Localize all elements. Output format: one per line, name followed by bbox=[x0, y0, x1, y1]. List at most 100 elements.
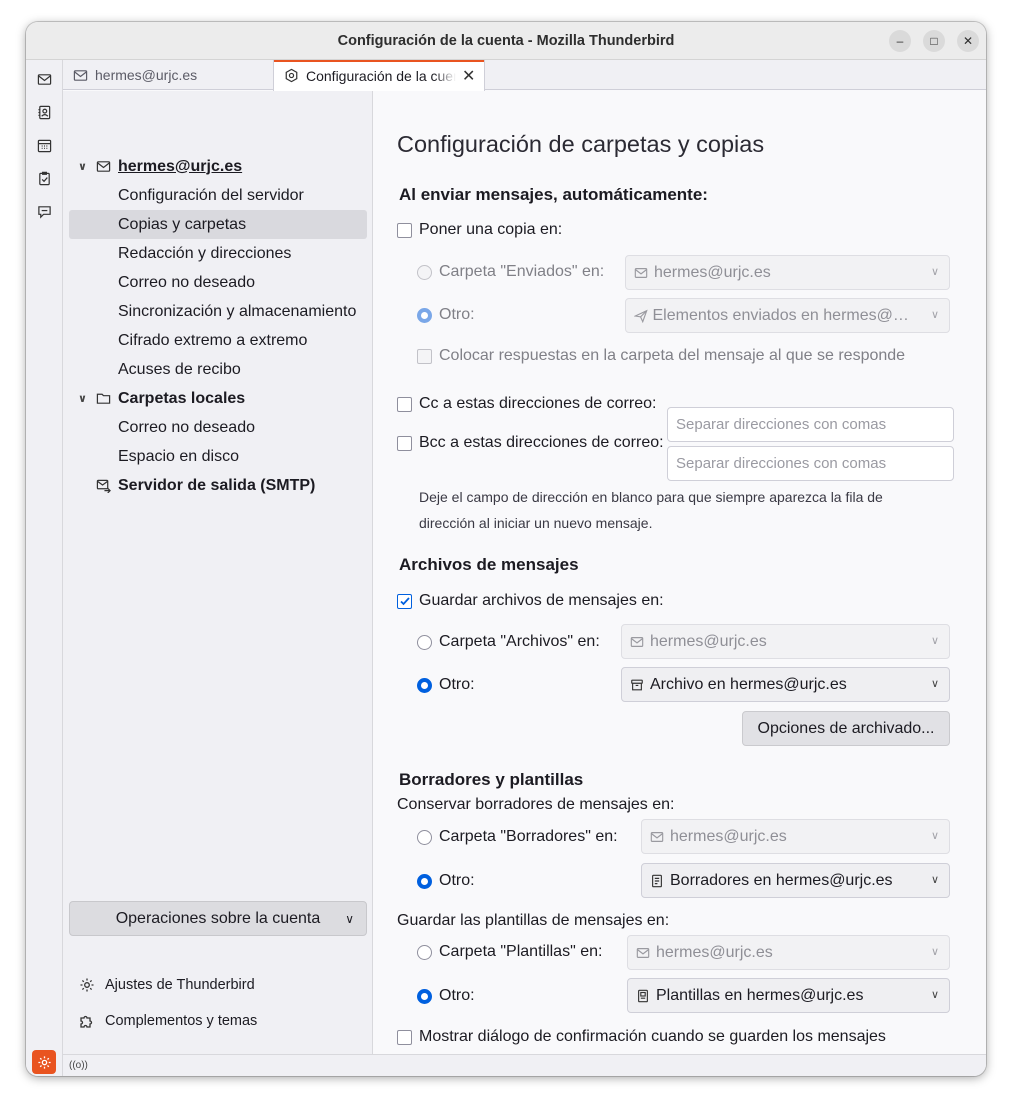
archives-other-select[interactable]: Archivo en hermes@urjc.es ∨ bbox=[621, 667, 950, 702]
template-icon bbox=[636, 988, 652, 1004]
thunderbird-settings-link[interactable]: Ajustes de Thunderbird bbox=[79, 975, 255, 995]
sent-other-select[interactable]: Elementos enviados en hermes@urjc.es ∨ bbox=[625, 298, 950, 333]
tree-local-label: Carpetas locales bbox=[118, 389, 246, 407]
templates-folder-label: Carpeta "Plantillas" en: bbox=[439, 943, 603, 960]
cc-address-input[interactable] bbox=[667, 407, 954, 442]
mail-account-icon bbox=[650, 829, 666, 845]
chevron-down-icon[interactable]: ∨ bbox=[78, 160, 92, 173]
outgoing-server-icon bbox=[96, 478, 118, 493]
drafts-folder-select[interactable]: hermes@urjc.es ∨ bbox=[641, 819, 950, 854]
archives-folder-radio-row[interactable]: Carpeta "Archivos" en: bbox=[417, 631, 600, 653]
bcc-address-input[interactable] bbox=[667, 446, 954, 481]
tree-item-disk-space[interactable]: Espacio en disco bbox=[69, 442, 367, 471]
account-operations-button[interactable]: Operaciones sobre la cuenta ∨ bbox=[69, 901, 367, 936]
keep-archives-label: Guardar archivos de mensajes en: bbox=[419, 592, 664, 609]
chat-icon[interactable] bbox=[34, 201, 54, 221]
reply-in-folder-label: Colocar respuestas en la carpeta del men… bbox=[439, 347, 906, 364]
place-copy-checkbox[interactable] bbox=[397, 222, 412, 238]
templates-folder-radio[interactable] bbox=[417, 944, 432, 960]
sent-folder-select[interactable]: hermes@urjc.es ∨ bbox=[625, 255, 950, 290]
addons-themes-label: Complementos y temas bbox=[105, 1013, 258, 1029]
templates-folder-radio-row[interactable]: Carpeta "Plantillas" en: bbox=[417, 941, 602, 963]
templates-other-select[interactable]: Plantillas en hermes@urjc.es ∨ bbox=[627, 978, 950, 1013]
calendar-icon[interactable] bbox=[34, 135, 54, 155]
tree-item-local-junk[interactable]: Correo no deseado bbox=[69, 413, 367, 442]
settings-gear-icon[interactable] bbox=[32, 1050, 56, 1074]
archives-folder-label: Carpeta "Archivos" en: bbox=[439, 633, 600, 650]
sent-folder-radio-row[interactable]: Carpeta "Enviados" en: bbox=[417, 261, 604, 283]
checkmark-icon bbox=[399, 597, 410, 606]
tab-account-settings[interactable]: Configuración de la cuenta ✕ bbox=[273, 60, 485, 91]
section-heading-sending: Al enviar mensajes, automáticamente: bbox=[399, 185, 708, 204]
sent-folder-label: Carpeta "Enviados" en: bbox=[439, 263, 605, 280]
tab-mail[interactable]: hermes@urjc.es bbox=[63, 60, 273, 90]
archives-other-radio[interactable] bbox=[417, 677, 432, 693]
tree-account[interactable]: ∨ hermes@urjc.es bbox=[69, 152, 367, 181]
drafts-other-radio-row[interactable]: Otro: bbox=[417, 870, 475, 892]
tree-smtp[interactable]: Servidor de salida (SMTP) bbox=[69, 471, 367, 500]
addons-themes-link[interactable]: Complementos y temas bbox=[79, 1011, 257, 1031]
status-bar: ((o)) bbox=[63, 1054, 986, 1076]
drafts-folder-radio-row[interactable]: Carpeta "Borradores" en: bbox=[417, 826, 618, 848]
reply-in-folder-checkbox[interactable] bbox=[417, 348, 432, 364]
templates-folder-select[interactable]: hermes@urjc.es ∨ bbox=[627, 935, 950, 970]
bcc-checkbox[interactable] bbox=[397, 435, 412, 451]
archives-folder-radio[interactable] bbox=[417, 634, 432, 650]
minimize-button[interactable]: – bbox=[889, 30, 911, 52]
tree-item-junk[interactable]: Correo no deseado bbox=[69, 268, 367, 297]
keep-archives-checkbox[interactable] bbox=[397, 593, 412, 609]
tree-item-receipts[interactable]: Acuses de recibo bbox=[69, 355, 367, 384]
archives-other-radio-row[interactable]: Otro: bbox=[417, 674, 475, 696]
window-title: Configuración de la cuenta - Mozilla Thu… bbox=[337, 32, 675, 49]
empty-address-note: Deje el campo de dirección en blanco par… bbox=[419, 484, 883, 536]
bcc-checkbox-row[interactable]: Bcc a estas direcciones de correo: bbox=[397, 432, 664, 454]
archive-box-icon bbox=[630, 677, 646, 693]
tree-item-copies-folders[interactable]: Copias y carpetas bbox=[69, 210, 367, 239]
section-heading-drafts: Borradores y plantillas bbox=[399, 770, 584, 789]
templates-other-label: Otro: bbox=[439, 987, 475, 1004]
drafts-folder-radio[interactable] bbox=[417, 829, 432, 845]
draft-icon bbox=[650, 873, 666, 889]
keep-templates-label: Guardar las plantillas de mensajes en: bbox=[397, 912, 670, 929]
cc-checkbox[interactable] bbox=[397, 396, 412, 412]
sent-folder-radio[interactable] bbox=[417, 264, 432, 280]
drafts-other-radio[interactable] bbox=[417, 873, 432, 889]
spaces-toolbar: ⇤ bbox=[26, 60, 63, 1076]
mail-account-icon bbox=[73, 69, 88, 81]
empty-address-note-line1: Deje el campo de dirección en blanco par… bbox=[419, 489, 883, 505]
chevron-down-icon[interactable]: ∨ bbox=[78, 392, 92, 405]
close-tab-icon[interactable]: ✕ bbox=[462, 66, 475, 86]
reply-in-folder-row[interactable]: Colocar respuestas en la carpeta del men… bbox=[417, 345, 905, 367]
keep-archives-row[interactable]: Guardar archivos de mensajes en: bbox=[397, 590, 664, 612]
tree-smtp-label: Servidor de salida (SMTP) bbox=[118, 476, 316, 494]
tree-local-folders[interactable]: ∨ Carpetas locales bbox=[69, 384, 367, 413]
tree-item-composition[interactable]: Redacción y direcciones bbox=[69, 239, 367, 268]
confirm-dialog-checkbox[interactable] bbox=[397, 1029, 412, 1045]
address-book-icon[interactable] bbox=[34, 102, 54, 122]
cc-checkbox-row[interactable]: Cc a estas direcciones de correo: bbox=[397, 393, 656, 415]
tree-item-server-settings[interactable]: Configuración del servidor bbox=[69, 181, 367, 210]
archives-folder-select[interactable]: hermes@urjc.es ∨ bbox=[621, 624, 950, 659]
activity-icon[interactable]: ((o)) bbox=[69, 1060, 88, 1071]
sent-folder-value: hermes@urjc.es bbox=[654, 263, 771, 281]
chevron-down-icon: ∨ bbox=[930, 678, 939, 690]
tree-item-sync[interactable]: Sincronización y almacenamiento bbox=[69, 297, 367, 326]
close-window-button[interactable]: ✕ bbox=[957, 30, 979, 52]
mail-account-icon bbox=[634, 265, 650, 281]
templates-other-radio[interactable] bbox=[417, 988, 432, 1004]
confirm-dialog-row[interactable]: Mostrar diálogo de confirmación cuando s… bbox=[397, 1026, 886, 1048]
account-tree: ∨ hermes@urjc.es Configuración del servi… bbox=[63, 91, 373, 1054]
place-copy-checkbox-row[interactable]: Poner una copia en: bbox=[397, 219, 562, 241]
sent-other-radio-row[interactable]: Otro: bbox=[417, 304, 475, 326]
drafts-other-select[interactable]: Borradores en hermes@urjc.es ∨ bbox=[641, 863, 950, 898]
tasks-icon[interactable] bbox=[34, 168, 54, 188]
maximize-button[interactable]: □ bbox=[923, 30, 945, 52]
mail-icon[interactable] bbox=[34, 69, 54, 89]
archive-options-button[interactable]: Opciones de archivado... bbox=[742, 711, 950, 746]
place-copy-label: Poner una copia en: bbox=[419, 221, 563, 238]
templates-other-radio-row[interactable]: Otro: bbox=[417, 985, 475, 1007]
section-heading-archives: Archivos de mensajes bbox=[399, 555, 579, 574]
puzzle-icon bbox=[80, 1015, 93, 1028]
sent-other-radio[interactable] bbox=[417, 307, 432, 323]
tree-item-e2e[interactable]: Cifrado extremo a extremo bbox=[69, 326, 367, 355]
